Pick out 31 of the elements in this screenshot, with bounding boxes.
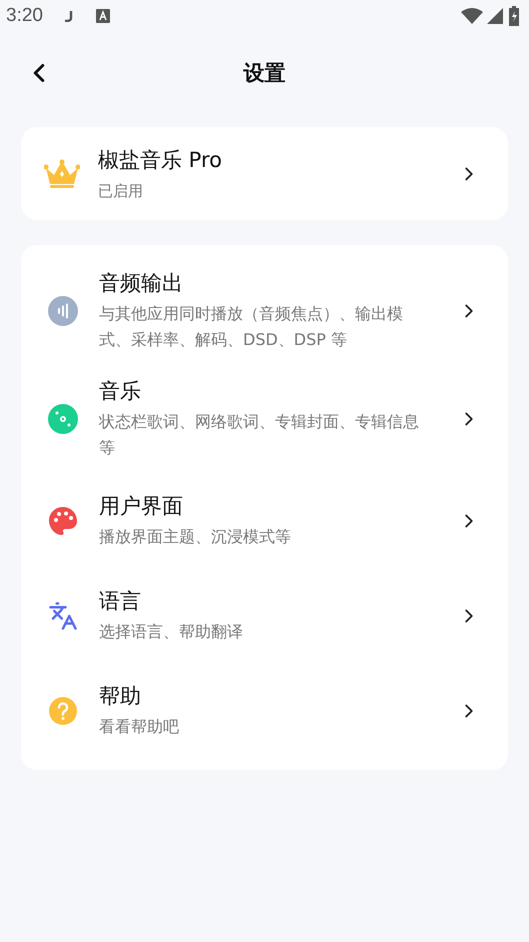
notification-icon xyxy=(64,10,73,22)
item-description: 播放界面主题、沉浸模式等 xyxy=(99,526,292,548)
signal-icon xyxy=(487,8,503,24)
pro-status: 已启用 xyxy=(98,181,144,202)
translate-icon xyxy=(48,600,78,630)
item-description: 选择语言、帮助翻译 xyxy=(99,620,244,642)
item-title: 帮助 xyxy=(99,682,142,710)
sound-icon xyxy=(48,296,78,326)
item-description: 与其他应用同时播放（音频焦点）、输出模式、采样率、解码、DSD、DSP 等 xyxy=(99,303,404,351)
item-title: 音频输出 xyxy=(99,270,184,297)
item-description: 看看帮助吧 xyxy=(99,716,180,738)
wifi-icon xyxy=(461,8,483,24)
help-icon xyxy=(48,696,78,726)
pro-title: 椒盐音乐 Pro xyxy=(98,146,223,174)
battery-icon xyxy=(509,6,519,26)
item-title: 用户界面 xyxy=(99,492,184,520)
settings-item[interactable]: 用户界面 播放界面主题、沉浸模式等 xyxy=(21,473,508,568)
settings-item[interactable]: 音频输出 与其他应用同时播放（音频焦点）、输出模式、采样率、解码、DSD、DSP 等 xyxy=(21,257,508,365)
page-title: 设置 xyxy=(244,60,286,88)
palette-icon xyxy=(48,506,78,536)
item-title: 音乐 xyxy=(99,378,142,405)
crown-icon xyxy=(44,158,80,188)
item-title: 语言 xyxy=(99,588,142,614)
pro-card[interactable]: 椒盐音乐 Pro 已启用 xyxy=(21,127,508,220)
settings-item[interactable]: 帮助 看看帮助吧 xyxy=(21,663,508,758)
settings-item[interactable]: 音乐 状态栏歌词、网络歌词、专辑封面、专辑信息等 xyxy=(21,365,508,473)
item-description: 状态栏歌词、网络歌词、专辑封面、专辑信息等 xyxy=(99,411,420,459)
disc-icon xyxy=(48,404,78,434)
status-time: 3:20 xyxy=(6,4,43,28)
keyboard-icon xyxy=(96,9,110,23)
settings-item[interactable]: 语言 选择语言、帮助翻译 xyxy=(21,568,508,663)
